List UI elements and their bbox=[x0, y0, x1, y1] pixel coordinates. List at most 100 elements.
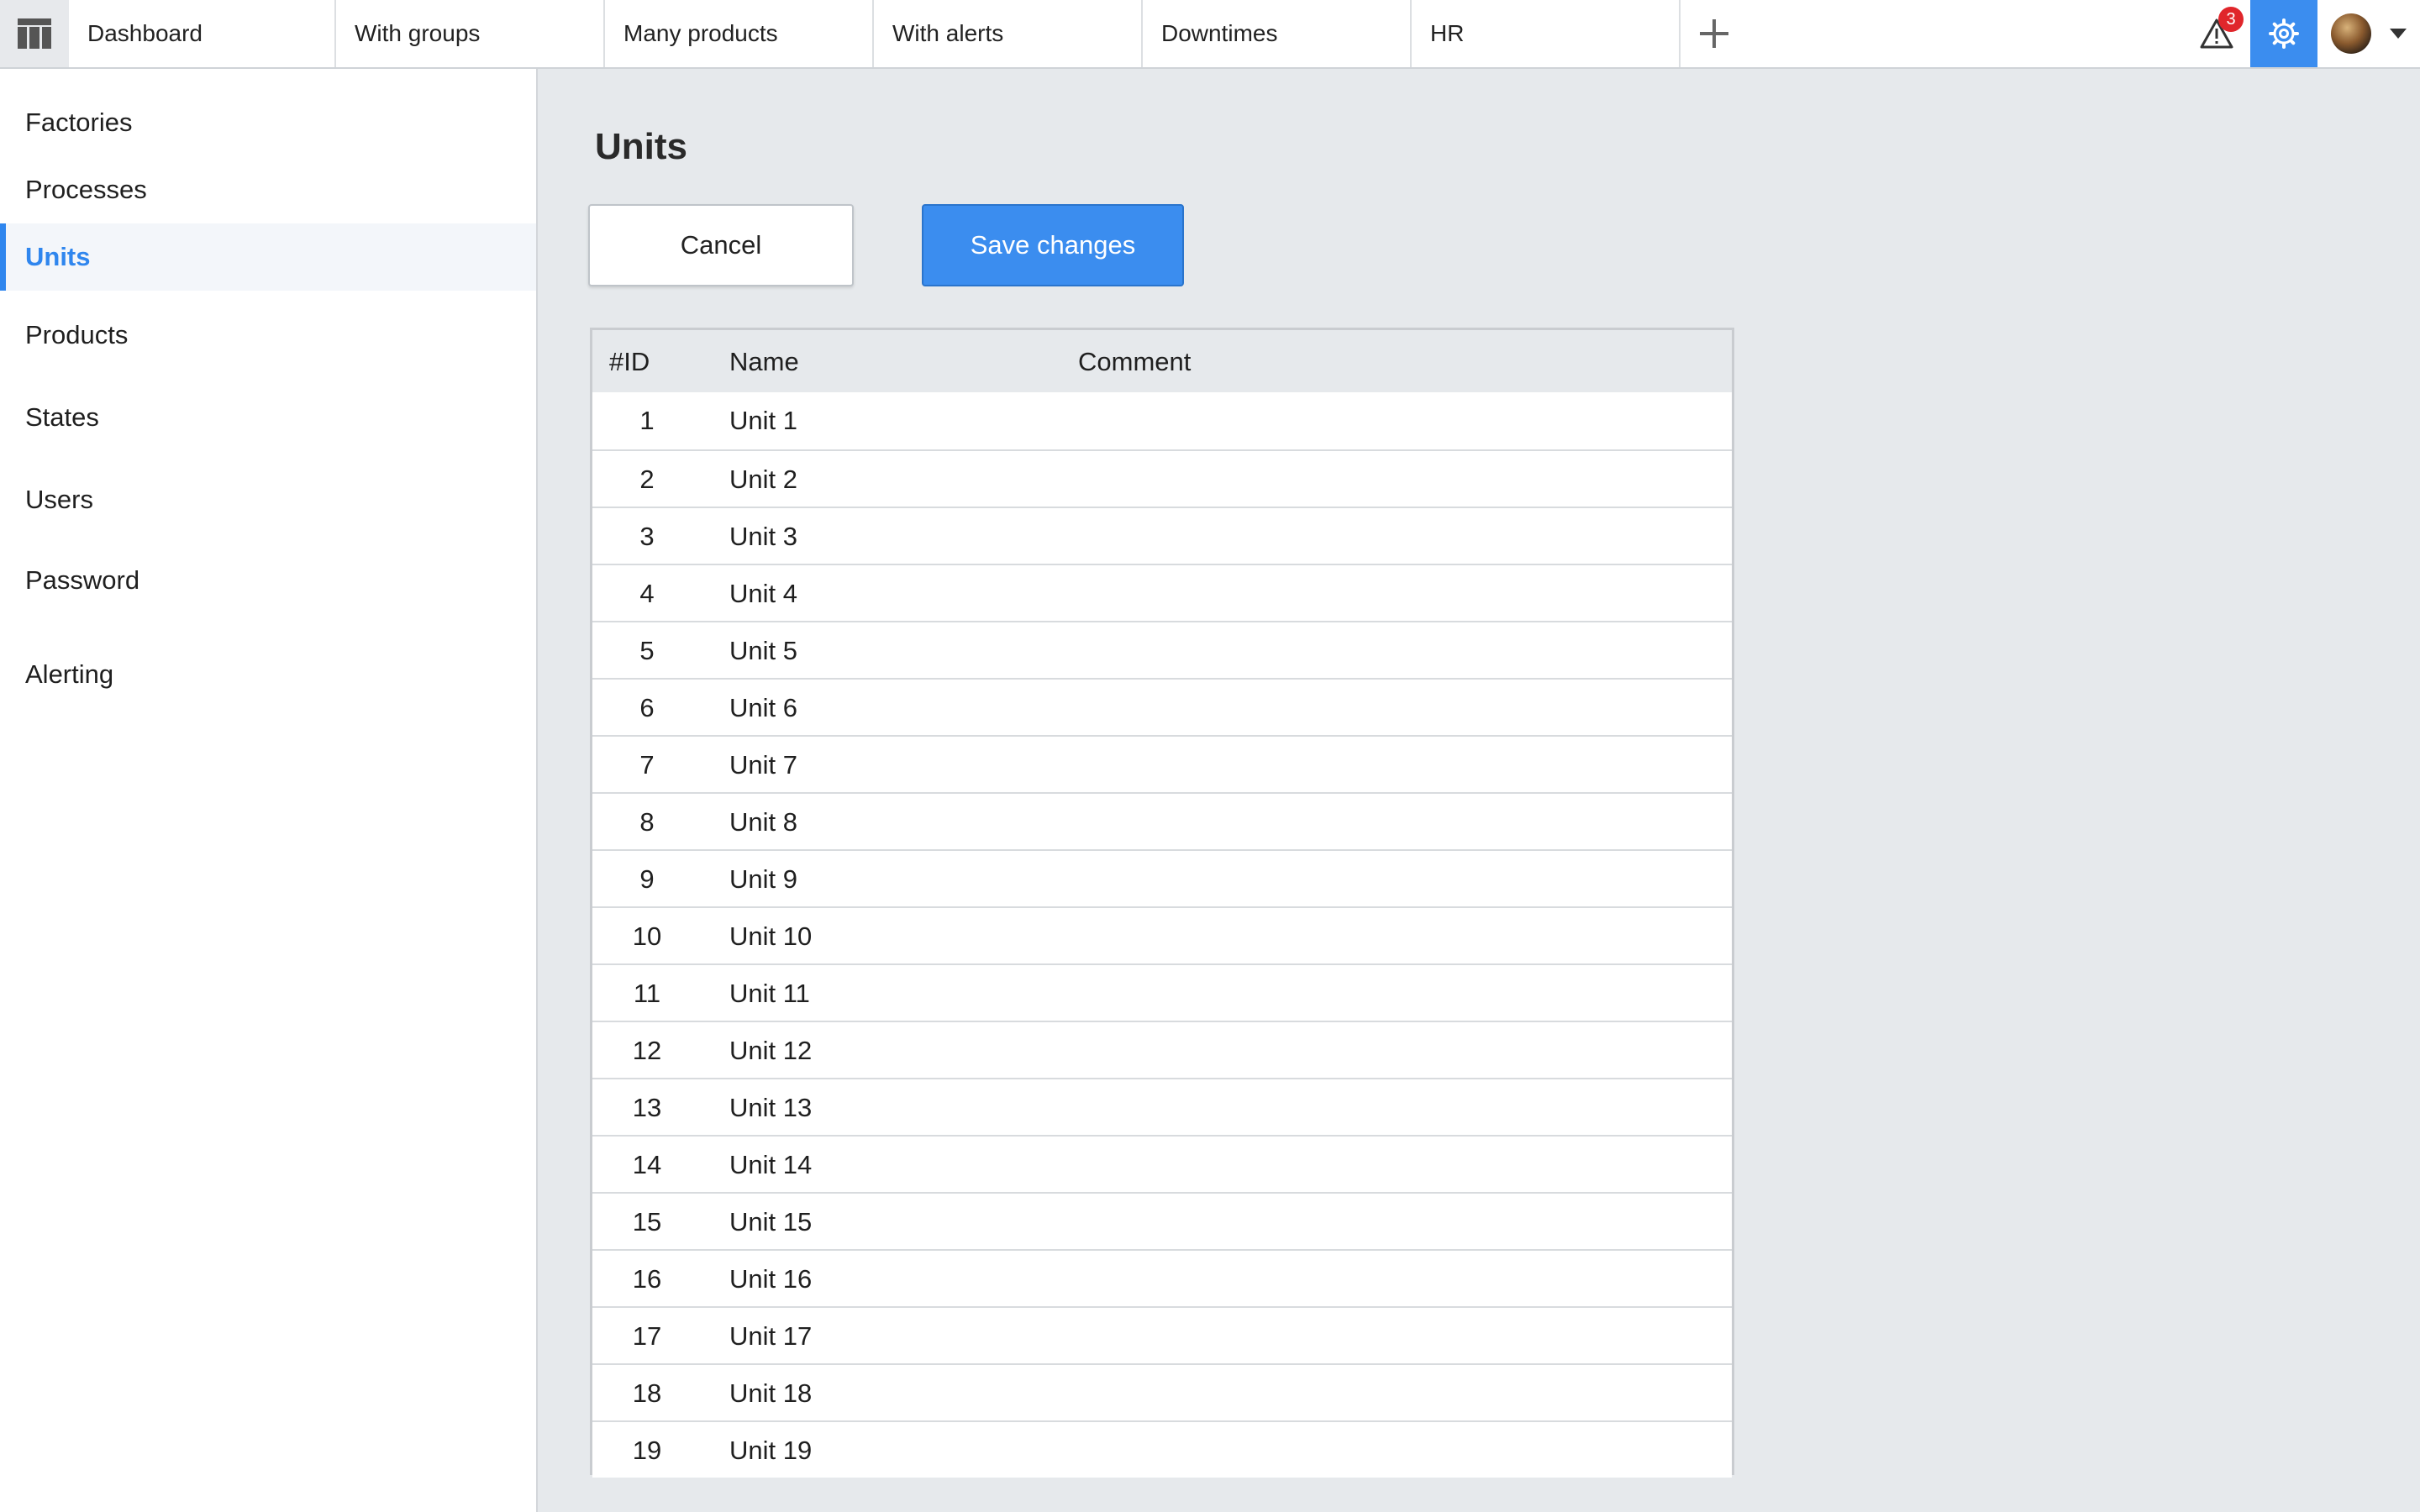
sidebar-item-processes[interactable]: Processes bbox=[0, 156, 536, 223]
sidebar-item-label: Units bbox=[25, 242, 91, 271]
cell-id: 10 bbox=[632, 921, 662, 951]
gear-icon bbox=[2269, 18, 2299, 49]
settings-button[interactable] bbox=[2250, 0, 2317, 67]
sidebar-item-label: Factories bbox=[25, 108, 133, 137]
cell-id: 15 bbox=[632, 1207, 662, 1236]
cell-name[interactable]: Unit 14 bbox=[729, 1150, 812, 1180]
cell-id: 11 bbox=[633, 979, 661, 1008]
cell-name[interactable]: Unit 1 bbox=[729, 406, 797, 436]
tab-label: Downtimes bbox=[1161, 20, 1278, 46]
cell-name[interactable]: Unit 16 bbox=[729, 1264, 812, 1294]
cell-name[interactable]: Unit 6 bbox=[729, 693, 797, 723]
top-bar: Dashboard With groups Many products With… bbox=[0, 0, 2420, 69]
sidebar-item-alerting[interactable]: Alerting bbox=[0, 641, 536, 708]
table-grid-icon[interactable] bbox=[0, 0, 69, 67]
cell-id: 17 bbox=[632, 1321, 662, 1351]
table-row[interactable]: 11 Unit 11 bbox=[592, 963, 1732, 1021]
sidebar: Factories Processes Units Products State… bbox=[0, 69, 538, 1512]
save-changes-button[interactable]: Save changes bbox=[922, 204, 1184, 286]
tab-label: With groups bbox=[355, 20, 481, 46]
tab-many-products[interactable]: Many products bbox=[605, 0, 874, 67]
sidebar-item-units[interactable]: Units bbox=[0, 223, 536, 291]
table-row[interactable]: 16 Unit 16 bbox=[592, 1249, 1732, 1306]
tab-label: With alerts bbox=[892, 20, 1004, 46]
cell-name[interactable]: Unit 18 bbox=[729, 1378, 812, 1409]
sidebar-item-password[interactable]: Password bbox=[0, 547, 536, 614]
cell-name[interactable]: Unit 2 bbox=[729, 465, 797, 495]
cell-id: 7 bbox=[639, 750, 655, 780]
table-row[interactable]: 4 Unit 4 bbox=[592, 564, 1732, 621]
cell-name[interactable]: Unit 11 bbox=[729, 979, 810, 1009]
sidebar-item-label: Alerting bbox=[25, 659, 114, 689]
sidebar-item-label: Users bbox=[25, 485, 93, 514]
table-row[interactable]: 6 Unit 6 bbox=[592, 678, 1732, 735]
table-row[interactable]: 8 Unit 8 bbox=[592, 792, 1732, 849]
table-row[interactable]: 9 Unit 9 bbox=[592, 849, 1732, 906]
cell-id: 12 bbox=[632, 1036, 662, 1065]
cell-id: 8 bbox=[639, 807, 655, 837]
sidebar-item-label: Products bbox=[25, 320, 129, 349]
cell-id: 9 bbox=[639, 864, 655, 894]
cell-name[interactable]: Unit 10 bbox=[729, 921, 812, 952]
table-row[interactable]: 19 Unit 19 bbox=[592, 1420, 1732, 1478]
cell-name[interactable]: Unit 15 bbox=[729, 1207, 812, 1237]
column-header-name[interactable]: Name bbox=[729, 347, 799, 377]
cell-id: 16 bbox=[632, 1264, 662, 1294]
table-row[interactable]: 14 Unit 14 bbox=[592, 1135, 1732, 1192]
user-menu-button[interactable] bbox=[2317, 0, 2420, 67]
avatar bbox=[2331, 13, 2371, 54]
column-header-id[interactable]: #ID bbox=[609, 347, 650, 377]
table-row[interactable]: 1 Unit 1 bbox=[592, 392, 1732, 449]
table-row[interactable]: 7 Unit 7 bbox=[592, 735, 1732, 792]
table-row[interactable]: 17 Unit 17 bbox=[592, 1306, 1732, 1363]
alerts-button[interactable]: 3 bbox=[2183, 0, 2250, 67]
tab-label: Dashboard bbox=[87, 20, 203, 46]
table-row[interactable]: 2 Unit 2 bbox=[592, 449, 1732, 507]
cell-name[interactable]: Unit 3 bbox=[729, 522, 797, 552]
table-row[interactable]: 15 Unit 15 bbox=[592, 1192, 1732, 1249]
table-row[interactable]: 18 Unit 18 bbox=[592, 1363, 1732, 1420]
column-header-comment[interactable]: Comment bbox=[1078, 347, 1191, 377]
sidebar-item-products[interactable]: Products bbox=[0, 302, 536, 369]
tab-hr[interactable]: HR bbox=[1412, 0, 1681, 67]
cell-id: 13 bbox=[632, 1093, 662, 1122]
sidebar-item-factories[interactable]: Factories bbox=[0, 89, 536, 156]
tab-downtimes[interactable]: Downtimes bbox=[1143, 0, 1412, 67]
cell-name[interactable]: Unit 17 bbox=[729, 1321, 812, 1352]
table-row[interactable]: 10 Unit 10 bbox=[592, 906, 1732, 963]
sidebar-item-states[interactable]: States bbox=[0, 384, 536, 451]
cell-name[interactable]: Unit 12 bbox=[729, 1036, 812, 1066]
page-title: Units bbox=[595, 126, 687, 167]
table-row[interactable]: 3 Unit 3 bbox=[592, 507, 1732, 564]
cell-id: 4 bbox=[639, 579, 655, 608]
add-tab-button[interactable] bbox=[1681, 0, 1748, 67]
table-row[interactable]: 5 Unit 5 bbox=[592, 621, 1732, 678]
sidebar-item-label: Password bbox=[25, 565, 140, 595]
caret-down-icon bbox=[2390, 29, 2407, 39]
cell-name[interactable]: Unit 5 bbox=[729, 636, 797, 666]
cancel-button[interactable]: Cancel bbox=[588, 204, 854, 286]
table-header: #ID Name Comment bbox=[592, 330, 1732, 392]
cell-name[interactable]: Unit 8 bbox=[729, 807, 797, 837]
cell-id: 1 bbox=[639, 406, 655, 435]
tab-label: Many products bbox=[623, 20, 778, 46]
sidebar-item-label: States bbox=[25, 402, 99, 432]
table-row[interactable]: 12 Unit 12 bbox=[592, 1021, 1732, 1078]
tab-with-alerts[interactable]: With alerts bbox=[874, 0, 1143, 67]
cell-name[interactable]: Unit 4 bbox=[729, 579, 797, 609]
sidebar-item-label: Processes bbox=[25, 175, 147, 204]
table-row[interactable]: 13 Unit 13 bbox=[592, 1078, 1732, 1135]
tab-dashboard[interactable]: Dashboard bbox=[69, 0, 336, 67]
cell-id: 5 bbox=[639, 636, 655, 665]
table-body: 1 Unit 1 2 Unit 2 3 Unit 3 4 Unit 4 5 Unit 5 6 Unit… bbox=[592, 392, 1732, 1478]
cell-name[interactable]: Unit 19 bbox=[729, 1436, 812, 1466]
tab-with-groups[interactable]: With groups bbox=[336, 0, 605, 67]
cell-name[interactable]: Unit 13 bbox=[729, 1093, 812, 1123]
sidebar-item-users[interactable]: Users bbox=[0, 466, 536, 533]
cell-name[interactable]: Unit 9 bbox=[729, 864, 797, 895]
cell-id: 6 bbox=[639, 693, 655, 722]
cell-name[interactable]: Unit 7 bbox=[729, 750, 797, 780]
cell-id: 3 bbox=[639, 522, 655, 551]
plus-icon bbox=[1700, 19, 1728, 48]
